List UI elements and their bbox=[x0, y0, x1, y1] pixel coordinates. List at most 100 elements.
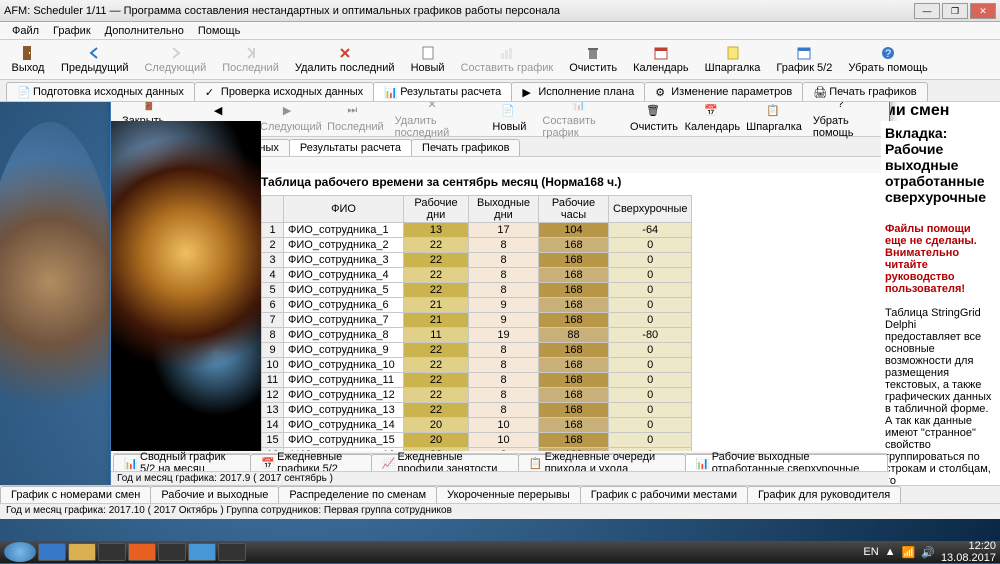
table-row[interactable]: 1ФИО_сотрудника_11317104-64 bbox=[262, 223, 692, 238]
side-heading: Вкладка: Рабочие выходные отработанные с… bbox=[885, 125, 995, 205]
build-button[interactable]: Составить график bbox=[454, 43, 561, 76]
arrow-right-icon bbox=[167, 45, 183, 61]
delete-icon bbox=[337, 45, 353, 61]
table-row[interactable]: 9ФИО_сотрудника_92281680 bbox=[262, 343, 692, 358]
child-tab3[interactable]: Печать графиков bbox=[411, 139, 520, 156]
door-icon bbox=[20, 45, 36, 61]
btab4[interactable]: 📋Ежедневные очереди прихода и ухода bbox=[518, 454, 686, 471]
table-row[interactable]: 4ФИО_сотрудника_42281680 bbox=[262, 268, 692, 283]
table-row[interactable]: 13ФИО_сотрудника_132281680 bbox=[262, 403, 692, 418]
minimize-button[interactable]: — bbox=[914, 3, 940, 19]
child-cal[interactable]: 📅Календарь bbox=[683, 102, 743, 135]
table-row[interactable]: 6ФИО_сотрудника_62191680 bbox=[262, 298, 692, 313]
table-row[interactable]: 8ФИО_сотрудника_8111988-80 bbox=[262, 328, 692, 343]
btab1[interactable]: 📊Сводный график 5/2 на месяц bbox=[113, 454, 251, 471]
child-clear[interactable]: 🗑Очистить bbox=[627, 102, 680, 135]
side-warn2: Внимательно читайте руководство пользова… bbox=[885, 247, 995, 295]
task-app1[interactable] bbox=[158, 543, 186, 561]
child-bottom-tabs: 📊Сводный график 5/2 на месяц 📅Ежедневные… bbox=[113, 453, 887, 471]
child-last[interactable]: ⏭Последний bbox=[325, 102, 385, 135]
g52-button[interactable]: График 5/2 bbox=[769, 43, 839, 76]
mtab2[interactable]: Рабочие и выходные bbox=[150, 486, 279, 503]
btab5[interactable]: 📊Рабочие выходные отработанные сверхуроч… bbox=[685, 454, 888, 471]
system-tray[interactable]: EN ▲ 📶 🔊 12:20 13.08.2017 bbox=[863, 540, 996, 564]
close-button[interactable]: ✕ bbox=[970, 3, 996, 19]
svg-text:?: ? bbox=[885, 48, 891, 60]
calendar-button[interactable]: Календарь bbox=[626, 43, 696, 76]
table-row[interactable]: 2ФИО_сотрудника_22281680 bbox=[262, 238, 692, 253]
hidehelp-button[interactable]: ?Убрать помощь bbox=[841, 43, 934, 76]
tab-print[interactable]: 🖨Печать графиков bbox=[802, 82, 927, 101]
start-button[interactable] bbox=[4, 542, 36, 562]
child-tab2[interactable]: Результаты расчета bbox=[289, 139, 412, 156]
menu-extra[interactable]: Дополнительно bbox=[99, 24, 190, 37]
child-cheat[interactable]: 📋Шпаргалка bbox=[744, 102, 804, 135]
window-buttons: — ❐ ✕ bbox=[914, 3, 996, 19]
table-title: Таблица рабочего времени за сентябрь мес… bbox=[261, 173, 881, 191]
btab3[interactable]: 📈Ежедневные профили занятости bbox=[371, 454, 519, 471]
task-app3[interactable] bbox=[218, 543, 246, 561]
task-explorer[interactable] bbox=[68, 543, 96, 561]
task-app2[interactable] bbox=[188, 543, 216, 561]
clock-time[interactable]: 12:20 bbox=[941, 540, 996, 552]
tab-results[interactable]: 📊Результаты расчета bbox=[373, 82, 512, 101]
lang-indicator[interactable]: EN bbox=[863, 546, 878, 558]
new-icon bbox=[420, 45, 436, 61]
child-dellast[interactable]: ✕Удалить последний bbox=[388, 102, 484, 141]
flag-icon[interactable]: ▲ bbox=[885, 546, 896, 558]
table-row[interactable]: 3ФИО_сотрудника_32281680 bbox=[262, 253, 692, 268]
clear-button[interactable]: Очистить bbox=[562, 43, 624, 76]
exit-button[interactable]: Выход bbox=[4, 43, 52, 76]
table-row[interactable]: 5ФИО_сотрудника_52281680 bbox=[262, 283, 692, 298]
child-next[interactable]: ▶Следующий bbox=[259, 102, 324, 135]
btab2[interactable]: 📅Ежедневные графики 5/2 bbox=[250, 454, 371, 471]
table-row[interactable]: 10ФИО_сотрудника_102281680 bbox=[262, 358, 692, 373]
task-firefox[interactable] bbox=[128, 543, 156, 561]
tab-check[interactable]: ✓Проверка исходных данных bbox=[194, 82, 374, 101]
child-help-panel: Вкладка: Рабочие выходные отработанные с… bbox=[881, 121, 999, 487]
child-build[interactable]: 📊Составить график bbox=[535, 102, 625, 141]
clock-date[interactable]: 13.08.2017 bbox=[941, 552, 996, 564]
table-row[interactable]: 15ФИО_сотрудника_1520101680 bbox=[262, 433, 692, 448]
child-new[interactable]: 📄Новый bbox=[485, 102, 533, 135]
maximize-button[interactable]: ❐ bbox=[942, 3, 968, 19]
door-icon: 🚪 bbox=[142, 102, 158, 114]
next-button[interactable]: Следующий bbox=[137, 43, 213, 76]
note-icon: 📋 bbox=[766, 104, 782, 120]
tab-prepare[interactable]: 📄Подготовка исходных данных bbox=[6, 82, 195, 101]
mtab5[interactable]: График с рабочими местами bbox=[580, 486, 748, 503]
new-button[interactable]: Новый bbox=[404, 43, 452, 76]
delete-last-button[interactable]: Удалить последний bbox=[288, 43, 402, 76]
network-icon[interactable]: 📶 bbox=[902, 546, 916, 559]
prev-button[interactable]: Предыдущий bbox=[54, 43, 135, 76]
tab-execute[interactable]: ▶Исполнение плана bbox=[511, 82, 645, 101]
menu-file[interactable]: Файл bbox=[6, 24, 45, 37]
tab-params[interactable]: ⚙Изменение параметров bbox=[644, 82, 803, 101]
sound-icon[interactable]: 🔊 bbox=[921, 546, 935, 559]
mtab1[interactable]: График с номерами смен bbox=[0, 486, 151, 503]
doc-icon: 📄 bbox=[17, 86, 29, 98]
table-row[interactable]: 7ФИО_сотрудника_72191680 bbox=[262, 313, 692, 328]
main-titlebar: AFM: Scheduler 1/11 — Программа составле… bbox=[0, 0, 1000, 22]
main-statusbar: Год и месяц графика: 2017.10 ( 2017 Октя… bbox=[0, 503, 1000, 519]
worktime-table[interactable]: ФИО Рабочие дни Выходные дни Рабочие час… bbox=[261, 195, 692, 451]
windows-taskbar: EN ▲ 📶 🔊 12:20 13.08.2017 bbox=[0, 541, 1000, 563]
cheat-button[interactable]: Шпаргалка bbox=[698, 43, 768, 76]
table-row[interactable]: 11ФИО_сотрудника_112281680 bbox=[262, 373, 692, 388]
menu-graph[interactable]: График bbox=[47, 24, 97, 37]
table-row[interactable]: 14ФИО_сотрудника_1420101680 bbox=[262, 418, 692, 433]
last-button[interactable]: Последний bbox=[215, 43, 286, 76]
task-chrome[interactable] bbox=[98, 543, 126, 561]
task-ie[interactable] bbox=[38, 543, 66, 561]
mtab6[interactable]: График для руководителя bbox=[747, 486, 901, 503]
table-row[interactable]: 12ФИО_сотрудника_122281680 bbox=[262, 388, 692, 403]
arrow-right-icon: ▶ bbox=[283, 104, 299, 120]
menu-help[interactable]: Помощь bbox=[192, 24, 247, 37]
mtab3[interactable]: Распределение по сменам bbox=[278, 486, 437, 503]
main-menubar: Файл График Дополнительно Помощь bbox=[0, 22, 1000, 40]
mtab4[interactable]: Укороченные перерывы bbox=[436, 486, 581, 503]
chart-icon bbox=[499, 45, 515, 61]
window-title: AFM: Scheduler 1/11 — Программа составле… bbox=[4, 5, 560, 17]
table-panel: Таблица рабочего времени за сентябрь мес… bbox=[261, 173, 881, 451]
child-hide[interactable]: ?Убрать помощь bbox=[806, 102, 885, 141]
